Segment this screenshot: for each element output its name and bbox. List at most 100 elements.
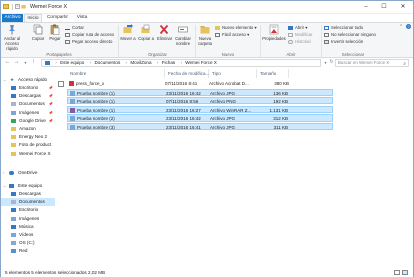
file-date: 23/11/2016 16:41 [166,125,201,130]
copy-to-button[interactable]: Copiar a [138,24,154,41]
details-view-button[interactable] [394,270,400,275]
forward-button[interactable]: → [13,59,20,66]
nav-this-pc[interactable]: ⌄ Este equipo [1,182,55,190]
nav-item[interactable]: Wemei Force X [1,150,55,158]
file-row[interactable]: Prueba nombre (2) 23/11/2016 16:42 Archivo… [67,114,333,122]
rename-button[interactable]: Cambiar nombre [173,24,193,46]
up-button[interactable]: ↑ [30,59,37,66]
large-icons-view-button[interactable] [402,270,408,275]
new-folder-icon[interactable] [21,4,26,9]
pin-icon: 📌 [48,94,53,99]
nav-item[interactable]: Energy Neo 2 [1,133,55,141]
nav-item[interactable]: Foto de product [1,141,55,149]
documents-icon [11,102,16,107]
file-type: Archivo Acrobat D... [209,81,249,86]
search-input[interactable]: Buscar en Wemei Force X ⌕ [335,59,409,67]
group-divider [118,25,119,57]
nav-item[interactable]: Vídeos [1,231,55,239]
pin-icon: 📌 [48,110,53,115]
nav-item-label: Descargas [19,93,41,99]
new-item-label: Nuevo elemento [222,25,254,30]
group-divider [260,25,261,57]
desktop-icon [11,208,16,213]
collapse-ribbon-icon[interactable]: ⌃ [399,24,403,30]
breadcrumb-documents[interactable]: Documentos [94,60,120,65]
pin-icon [9,25,15,35]
history-button[interactable]: Historial [288,39,311,45]
file-row[interactable]: Prueba nombre (1) 07/11/2016 8:56 Archivo … [67,97,333,105]
new-item-button[interactable]: Nuevo elemento ▾ [215,25,257,31]
file-row[interactable]: Prueba nombre (1) 23/11/2016 16:27 Archivo… [67,105,333,113]
nav-item[interactable]: Descargas 📌 [1,92,55,100]
back-button[interactable]: ← [4,59,11,66]
file-date: 07/11/2016 8:41 [165,81,198,86]
column-header-type[interactable]: Tipo [209,69,257,78]
breadcrumb-movilzona[interactable]: MovilZona [130,60,151,65]
select-all-button[interactable]: Seleccionar todo [324,25,363,31]
nav-item[interactable]: Amazon [1,125,55,133]
paste-shortcut-button[interactable]: Pegar acceso directo [65,39,112,45]
move-to-button[interactable]: Mover a [120,24,136,41]
nav-quick-access[interactable]: ⌄ ★ Acceso rápido [1,76,55,84]
file-name: Prueba nombre (1) [77,107,115,113]
breadcrumb-fichas[interactable]: Fichas [162,60,176,65]
nav-item[interactable]: Red [1,247,55,255]
nav-item[interactable]: Documentos 📌 [1,100,55,108]
nav-item[interactable]: Música [1,223,55,231]
nav-item[interactable]: Imágenes 📌 [1,109,55,117]
breadcrumb-separator: › [156,60,159,65]
cut-button[interactable]: Cortar [65,25,84,31]
select-none-button[interactable]: No seleccionar ninguno [324,32,376,38]
column-header-name[interactable]: Nombre [67,69,165,78]
minimize-button[interactable]: – [359,1,373,13]
nav-item[interactable]: Descargas [1,190,55,198]
copy-button[interactable]: Copiar [31,24,45,41]
pin-quick-access-button[interactable]: Anclar al Acceso rápido [3,24,21,51]
file-size: 136 KB [273,90,288,96]
select-all-checkbox[interactable] [58,81,64,87]
new-folder-icon [200,26,210,34]
address-bar[interactable]: › Este equipo › Documentos › MovilZona ›… [41,59,321,67]
new-folder-button[interactable]: Nueva carpeta [197,24,213,46]
videos-icon [11,233,16,237]
ribbon: Anclar al Acceso rápido Copiar Pegar Cor… [1,22,413,58]
open-button[interactable]: Abrir ▾ [288,25,307,31]
invert-selection-button[interactable]: Invertir selección [324,39,363,45]
edit-button[interactable]: Modificar [288,32,312,38]
window-title: Wemei Force X [30,4,68,10]
nav-onedrive[interactable]: › OneDrive [1,169,55,177]
delete-button[interactable]: Eliminar [157,24,172,41]
file-row[interactable]: Prueba nombre (3) 23/11/2016 16:41 Archivo… [67,123,333,131]
png-icon [70,99,75,105]
nav-item[interactable]: Google Drive 📌 [1,117,55,125]
nav-item[interactable]: OS (C:) [1,239,55,247]
nav-item[interactable]: Imágenes [1,215,55,223]
breadcrumb-separator: › [55,60,57,65]
tab-file[interactable]: Archivo [2,14,23,22]
jpg-icon [70,90,75,96]
history-icon [288,39,293,44]
tab-view[interactable]: Vista [74,14,90,22]
help-icon[interactable]: ? [406,24,411,29]
tab-share[interactable]: Compartir [45,14,70,22]
move-to-icon [123,24,133,33]
file-row[interactable]: press_force_x 07/11/2016 8:41 Archivo Acro… [67,80,333,87]
easy-access-button[interactable]: Fácil acceso ▾ [215,32,249,38]
file-row[interactable]: Prueba nombre (1) 23/11/2016 16:42 Archivo… [67,88,333,96]
nav-item[interactable]: Escritorio [1,206,55,214]
nav-item[interactable]: Documentos [1,198,55,207]
recent-locations-button[interactable]: ▾ [22,59,29,66]
column-header-size[interactable]: Tamaño [257,69,289,78]
paste-button[interactable]: Pegar [48,24,62,41]
maximize-button[interactable]: ☐ [377,1,391,13]
breadcrumb-this-pc[interactable]: Este equipo [60,60,84,65]
refresh-button[interactable]: ↻ [328,59,335,66]
column-header-date[interactable]: Fecha de modifica... [165,69,209,78]
breadcrumb-current[interactable]: Wemei Force X [185,60,217,65]
tab-home[interactable]: Inicio [24,14,42,22]
nav-item[interactable]: Escritorio 📌 [1,84,55,92]
copy-path-button[interactable]: Copiar ruta de acceso [65,32,114,38]
properties-button[interactable]: Propiedades [262,24,286,41]
close-button[interactable]: ✕ [396,1,410,13]
properties-icon[interactable] [15,4,20,9]
